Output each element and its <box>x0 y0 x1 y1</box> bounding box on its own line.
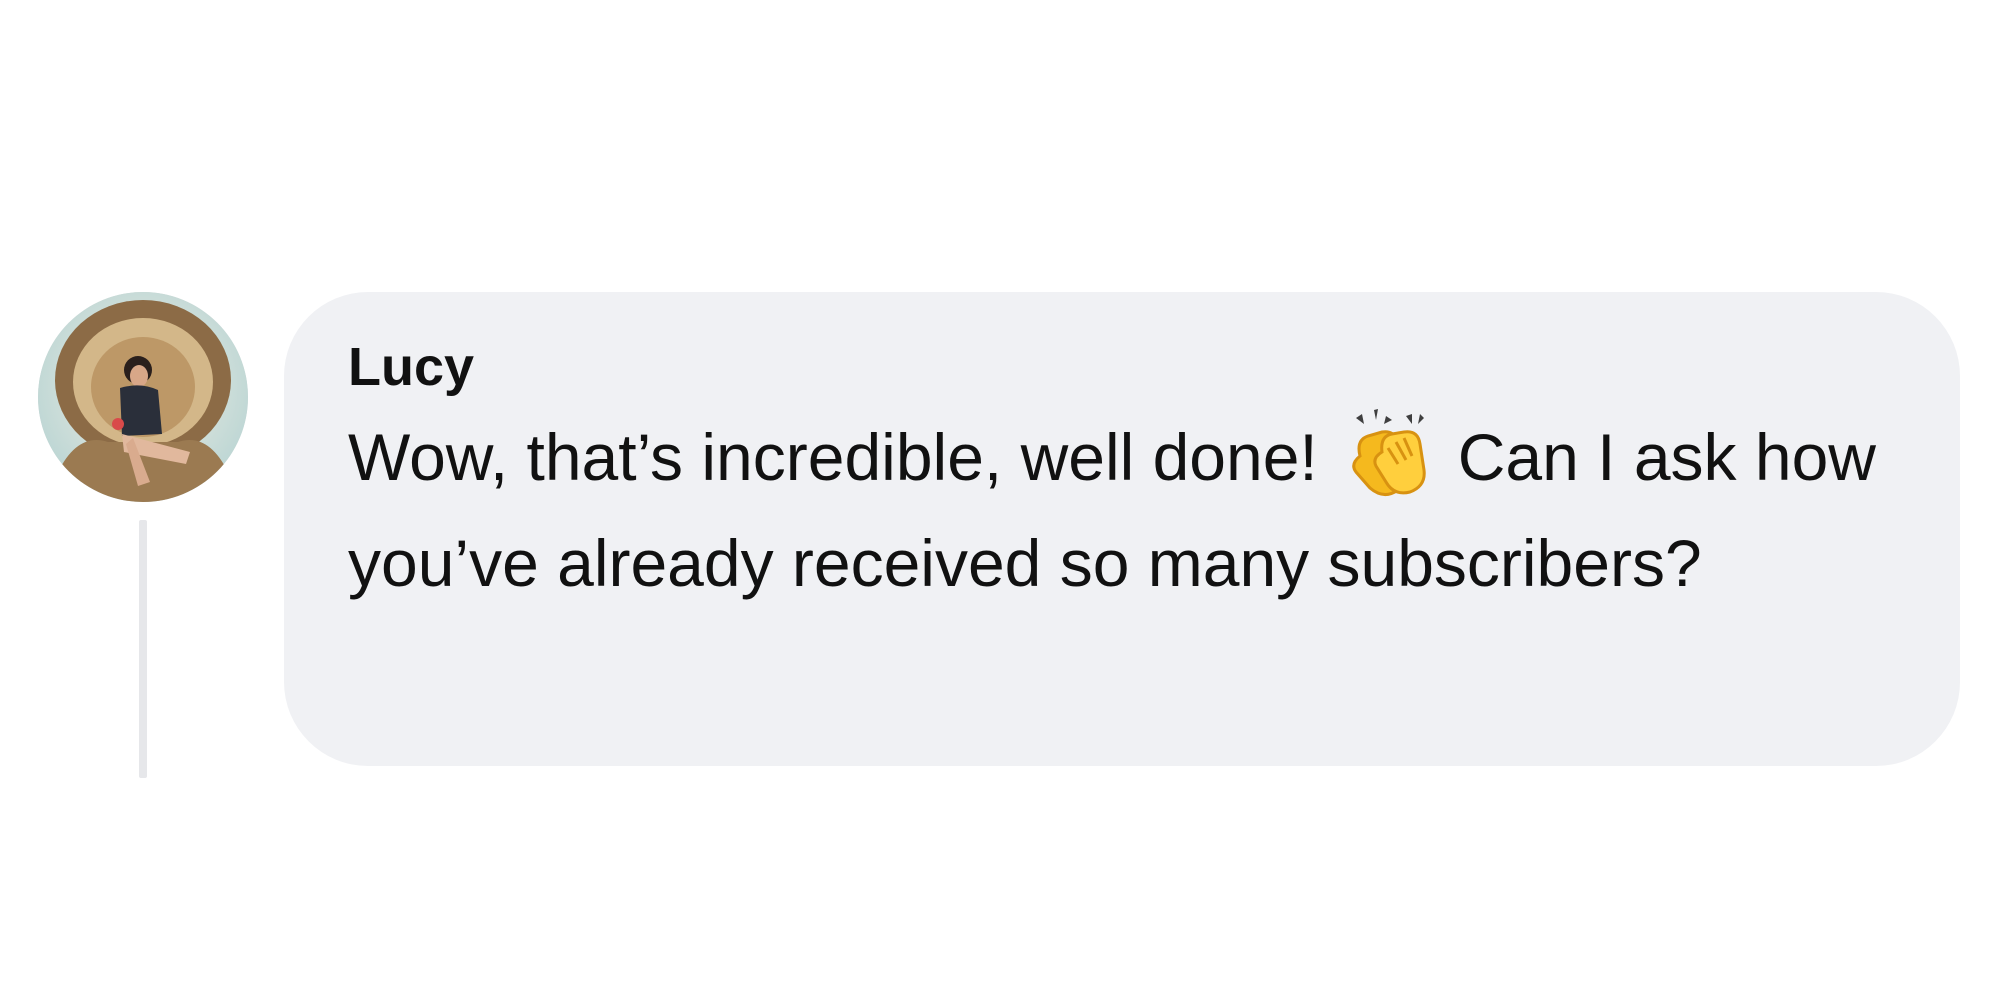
comment-text-part-1: Wow, that’s incredible, well done! <box>348 420 1318 494</box>
avatar-photo <box>38 292 248 502</box>
comment-text: Wow, that’s incredible, well done! Can I… <box>348 404 1908 616</box>
avatar[interactable] <box>38 292 248 502</box>
clapping-hands-icon <box>1340 408 1440 498</box>
comment-bubble: Lucy Wow, that’s incredible, well done! … <box>284 292 1960 766</box>
comment: Lucy Wow, that’s incredible, well done! … <box>0 0 2000 1000</box>
thread-line <box>139 520 147 778</box>
comment-author[interactable]: Lucy <box>348 334 1900 400</box>
